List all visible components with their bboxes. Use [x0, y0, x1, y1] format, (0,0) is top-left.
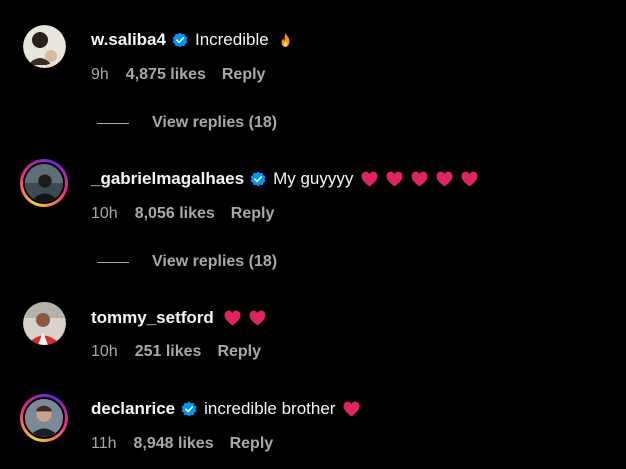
view-replies-button[interactable]: View replies (18)	[97, 114, 277, 132]
reply-button[interactable]: Reply	[231, 205, 275, 223]
red-heart-emoji	[224, 310, 241, 326]
view-replies-label: View replies (18)	[152, 253, 278, 270]
comment-line: _gabrielmagalhaes My guyyyy	[91, 169, 478, 189]
username[interactable]: declanrice	[91, 399, 175, 419]
red-heart-emoji	[361, 171, 378, 187]
likes-count[interactable]: 4,875 likes	[126, 66, 206, 84]
avatar[interactable]	[20, 159, 68, 207]
fire-emoji	[277, 32, 294, 48]
view-replies-button[interactable]: View replies (18)	[97, 253, 277, 271]
timestamp[interactable]: 9h	[91, 66, 109, 84]
timestamp[interactable]: 11h	[91, 435, 117, 453]
username[interactable]: w.saliba4	[91, 30, 166, 50]
likes-count[interactable]: 8,056 likes	[135, 205, 215, 223]
red-heart-emoji	[436, 171, 453, 187]
red-heart-emoji	[343, 401, 360, 417]
red-heart-emoji	[461, 171, 478, 187]
view-replies-label: View replies (18)	[152, 114, 278, 131]
username[interactable]: _gabrielmagalhaes	[91, 169, 244, 189]
likes-count[interactable]: 8,948 likes	[134, 435, 214, 453]
comment-line: w.saliba4 Incredible	[91, 30, 294, 50]
comment-text: My guyyyy	[273, 169, 354, 188]
red-heart-emoji	[411, 171, 428, 187]
likes-count[interactable]: 251 likes	[135, 343, 202, 361]
reply-button[interactable]: Reply	[217, 343, 261, 361]
divider	[97, 122, 129, 124]
username[interactable]: tommy_setford	[91, 308, 214, 328]
avatar[interactable]	[20, 394, 68, 442]
verified-badge-icon	[250, 171, 266, 187]
comment-text: incredible brother	[204, 399, 336, 418]
reply-button[interactable]: Reply	[230, 435, 274, 453]
comment-meta: 9h 4,875 likes Reply	[91, 66, 265, 84]
avatar[interactable]	[23, 302, 66, 345]
timestamp[interactable]: 10h	[91, 205, 118, 223]
red-heart-emoji	[249, 310, 266, 326]
red-heart-emoji	[386, 171, 403, 187]
comment-meta: 11h 8,948 likes Reply	[91, 435, 273, 453]
verified-badge-icon	[181, 401, 197, 417]
divider	[97, 261, 129, 263]
comment-text: Incredible	[194, 30, 269, 49]
timestamp[interactable]: 10h	[91, 343, 118, 361]
verified-badge-icon	[172, 32, 188, 48]
comment-meta: 10h 8,056 likes Reply	[91, 205, 274, 223]
reply-button[interactable]: Reply	[222, 66, 266, 84]
comment-meta: 10h 251 likes Reply	[91, 343, 261, 361]
avatar[interactable]	[23, 25, 66, 68]
comment-line: declanrice incredible brother	[91, 399, 360, 419]
comment-line: tommy_setford	[91, 308, 266, 328]
